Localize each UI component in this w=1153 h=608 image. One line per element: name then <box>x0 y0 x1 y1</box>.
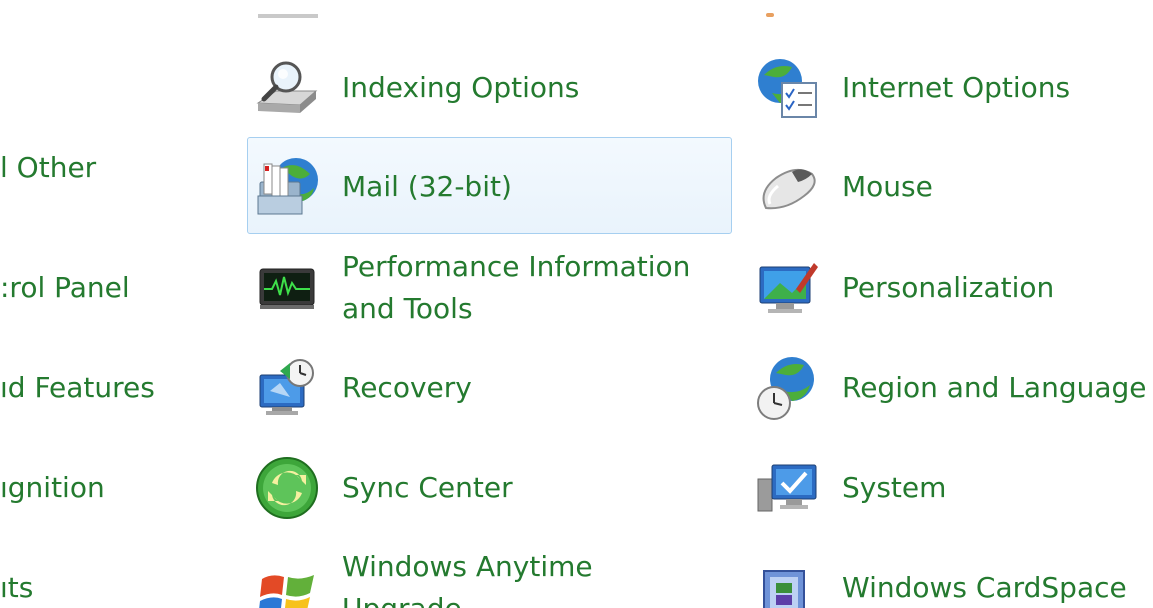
left-item-recognition[interactable]: ıgnition <box>0 438 105 538</box>
item-label-line[interactable]: Upgrade <box>342 588 593 608</box>
item-mail[interactable]: Mail (32-bit) <box>248 139 512 235</box>
left-item-control-panel[interactable]: :rol Panel <box>0 238 130 338</box>
left-item-features[interactable]: ıd Features <box>0 338 155 438</box>
item-indexing-options[interactable]: Indexing Options <box>248 40 579 136</box>
windows-flag-icon <box>252 553 322 608</box>
left-item-label[interactable]: ıd Features <box>0 367 155 409</box>
control-panel-all-items: l Other :rol Panel ıd Features ıgnition … <box>0 0 1153 608</box>
item-windows-anytime-upgrade[interactable]: Windows Anytime Upgrade <box>248 540 593 608</box>
item-label[interactable]: Windows Anytime Upgrade <box>342 546 593 608</box>
item-label-line[interactable]: Performance Information <box>342 246 690 288</box>
item-label-line[interactable]: Windows Anytime <box>342 546 593 588</box>
item-label[interactable]: Sync Center <box>342 467 513 509</box>
left-item-label[interactable]: :rol Panel <box>0 267 130 309</box>
sync-center-icon <box>252 453 322 523</box>
item-label[interactable]: Windows CardSpace <box>842 567 1127 608</box>
mail-icon <box>252 152 322 222</box>
item-label[interactable]: Internet Options <box>842 67 1070 109</box>
item-label[interactable]: Indexing Options <box>342 67 579 109</box>
item-label[interactable]: Personalization <box>842 267 1054 309</box>
item-label-line[interactable]: Personalization <box>842 267 1054 309</box>
item-label[interactable]: Recovery <box>342 367 472 409</box>
item-label-line[interactable]: Mail (32-bit) <box>342 166 512 208</box>
left-item-label[interactable]: l Other <box>0 147 96 189</box>
item-label-line[interactable]: Windows CardSpace <box>842 567 1127 608</box>
internet-options-icon <box>752 53 822 123</box>
item-label[interactable]: Mail (32-bit) <box>342 166 512 208</box>
performance-icon <box>252 253 322 323</box>
item-recovery[interactable]: Recovery <box>248 340 472 436</box>
cardspace-icon <box>752 553 822 608</box>
item-personalization[interactable]: Personalization <box>748 240 1054 336</box>
item-label-line[interactable]: Sync Center <box>342 467 513 509</box>
item-sync-center[interactable]: Sync Center <box>248 440 513 536</box>
left-item-ts[interactable]: ıts <box>0 538 33 608</box>
left-item-label[interactable]: ıts <box>0 567 33 608</box>
personalization-icon <box>752 253 822 323</box>
left-item-label[interactable]: ıgnition <box>0 467 105 509</box>
indexing-options-icon <box>252 53 322 123</box>
item-label-line[interactable]: Indexing Options <box>342 67 579 109</box>
item-system[interactable]: System <box>748 440 946 536</box>
item-label-line[interactable]: and Tools <box>342 288 690 330</box>
item-label-line[interactable]: Mouse <box>842 166 933 208</box>
partial-top-icon-left <box>258 0 320 20</box>
item-label[interactable]: Performance Information and Tools <box>342 246 690 330</box>
item-label-line[interactable]: Recovery <box>342 367 472 409</box>
item-mouse[interactable]: Mouse <box>748 139 933 235</box>
item-internet-options[interactable]: Internet Options <box>748 40 1070 136</box>
item-region-and-language[interactable]: Region and Language <box>748 340 1147 436</box>
item-label-line[interactable]: Internet Options <box>842 67 1070 109</box>
partial-top-icon-right <box>762 0 782 20</box>
system-icon <box>752 453 822 523</box>
item-performance-information[interactable]: Performance Information and Tools <box>248 240 690 336</box>
left-item-other[interactable]: l Other <box>0 118 96 218</box>
item-windows-cardspace[interactable]: Windows CardSpace <box>748 540 1127 608</box>
recovery-icon <box>252 353 322 423</box>
item-label[interactable]: System <box>842 467 946 509</box>
mouse-icon <box>752 152 822 222</box>
item-label[interactable]: Mouse <box>842 166 933 208</box>
item-label[interactable]: Region and Language <box>842 367 1147 409</box>
item-label-line[interactable]: System <box>842 467 946 509</box>
item-label-line[interactable]: Region and Language <box>842 367 1147 409</box>
region-language-icon <box>752 353 822 423</box>
